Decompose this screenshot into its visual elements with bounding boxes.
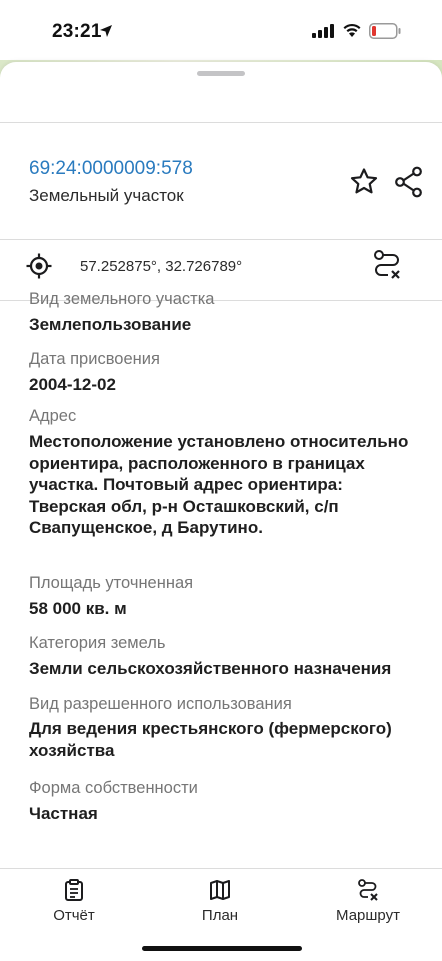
sheet-grabber[interactable] [197, 71, 245, 76]
field-label-permitted-use: Вид разрешенного использования [29, 695, 292, 713]
field-label-address: Адрес [29, 407, 77, 425]
home-indicator[interactable] [142, 946, 302, 951]
object-type: Земельный участок [29, 186, 184, 205]
map-icon [210, 880, 230, 900]
share-icon[interactable] [394, 166, 424, 198]
favorite-star-icon[interactable] [348, 166, 380, 198]
cadastral-number[interactable]: 69:24:0000009:578 [29, 158, 193, 180]
status-bar: 23:21 [0, 0, 442, 60]
field-value-land-kind: Землепользование [29, 315, 192, 334]
divider [0, 122, 442, 123]
route-clear-icon[interactable] [372, 249, 402, 281]
field-label-ownership: Форма собственности [29, 779, 198, 797]
field-label-land-kind: Вид земельного участка [29, 290, 215, 308]
field-value-land-category: Земли сельскохозяйственного назначения [29, 659, 392, 678]
tab-route-label: Маршрут [336, 907, 400, 924]
field-value-address: Местоположение установлено относительно … [29, 432, 409, 537]
my-location-target-icon[interactable] [26, 253, 52, 279]
tab-plan[interactable]: План [180, 869, 260, 929]
tab-report[interactable]: Отчёт [34, 869, 114, 929]
status-time: 23:21 [52, 21, 102, 42]
field-value-ownership: Частная [29, 804, 98, 823]
location-arrow-icon [100, 25, 112, 37]
field-label-area: Площадь уточненная [29, 574, 194, 592]
battery-icon [369, 23, 401, 39]
report-icon [65, 879, 83, 901]
field-value-assignment-date: 2004-12-02 [29, 375, 116, 394]
cellular-signal-icon [312, 24, 334, 38]
field-value-permitted-use: Для ведения крестьянского (фермерского) … [29, 719, 392, 760]
route-icon [358, 879, 378, 901]
field-label-land-category: Категория земель [29, 634, 166, 652]
field-label-assignment-date: Дата присвоения [29, 350, 160, 368]
object-info-sheet: 69:24:0000009:578 Земельный участок 57.2… [0, 62, 442, 960]
field-value-area: 58 000 кв. м [29, 599, 127, 618]
divider [0, 239, 442, 240]
tab-plan-label: План [201, 907, 239, 924]
wifi-icon [343, 23, 361, 37]
coordinates-text[interactable]: 57.252875°, 32.726789° [80, 258, 242, 275]
tab-report-label: Отчёт [53, 907, 95, 924]
tab-route[interactable]: Маршрут [322, 869, 414, 929]
